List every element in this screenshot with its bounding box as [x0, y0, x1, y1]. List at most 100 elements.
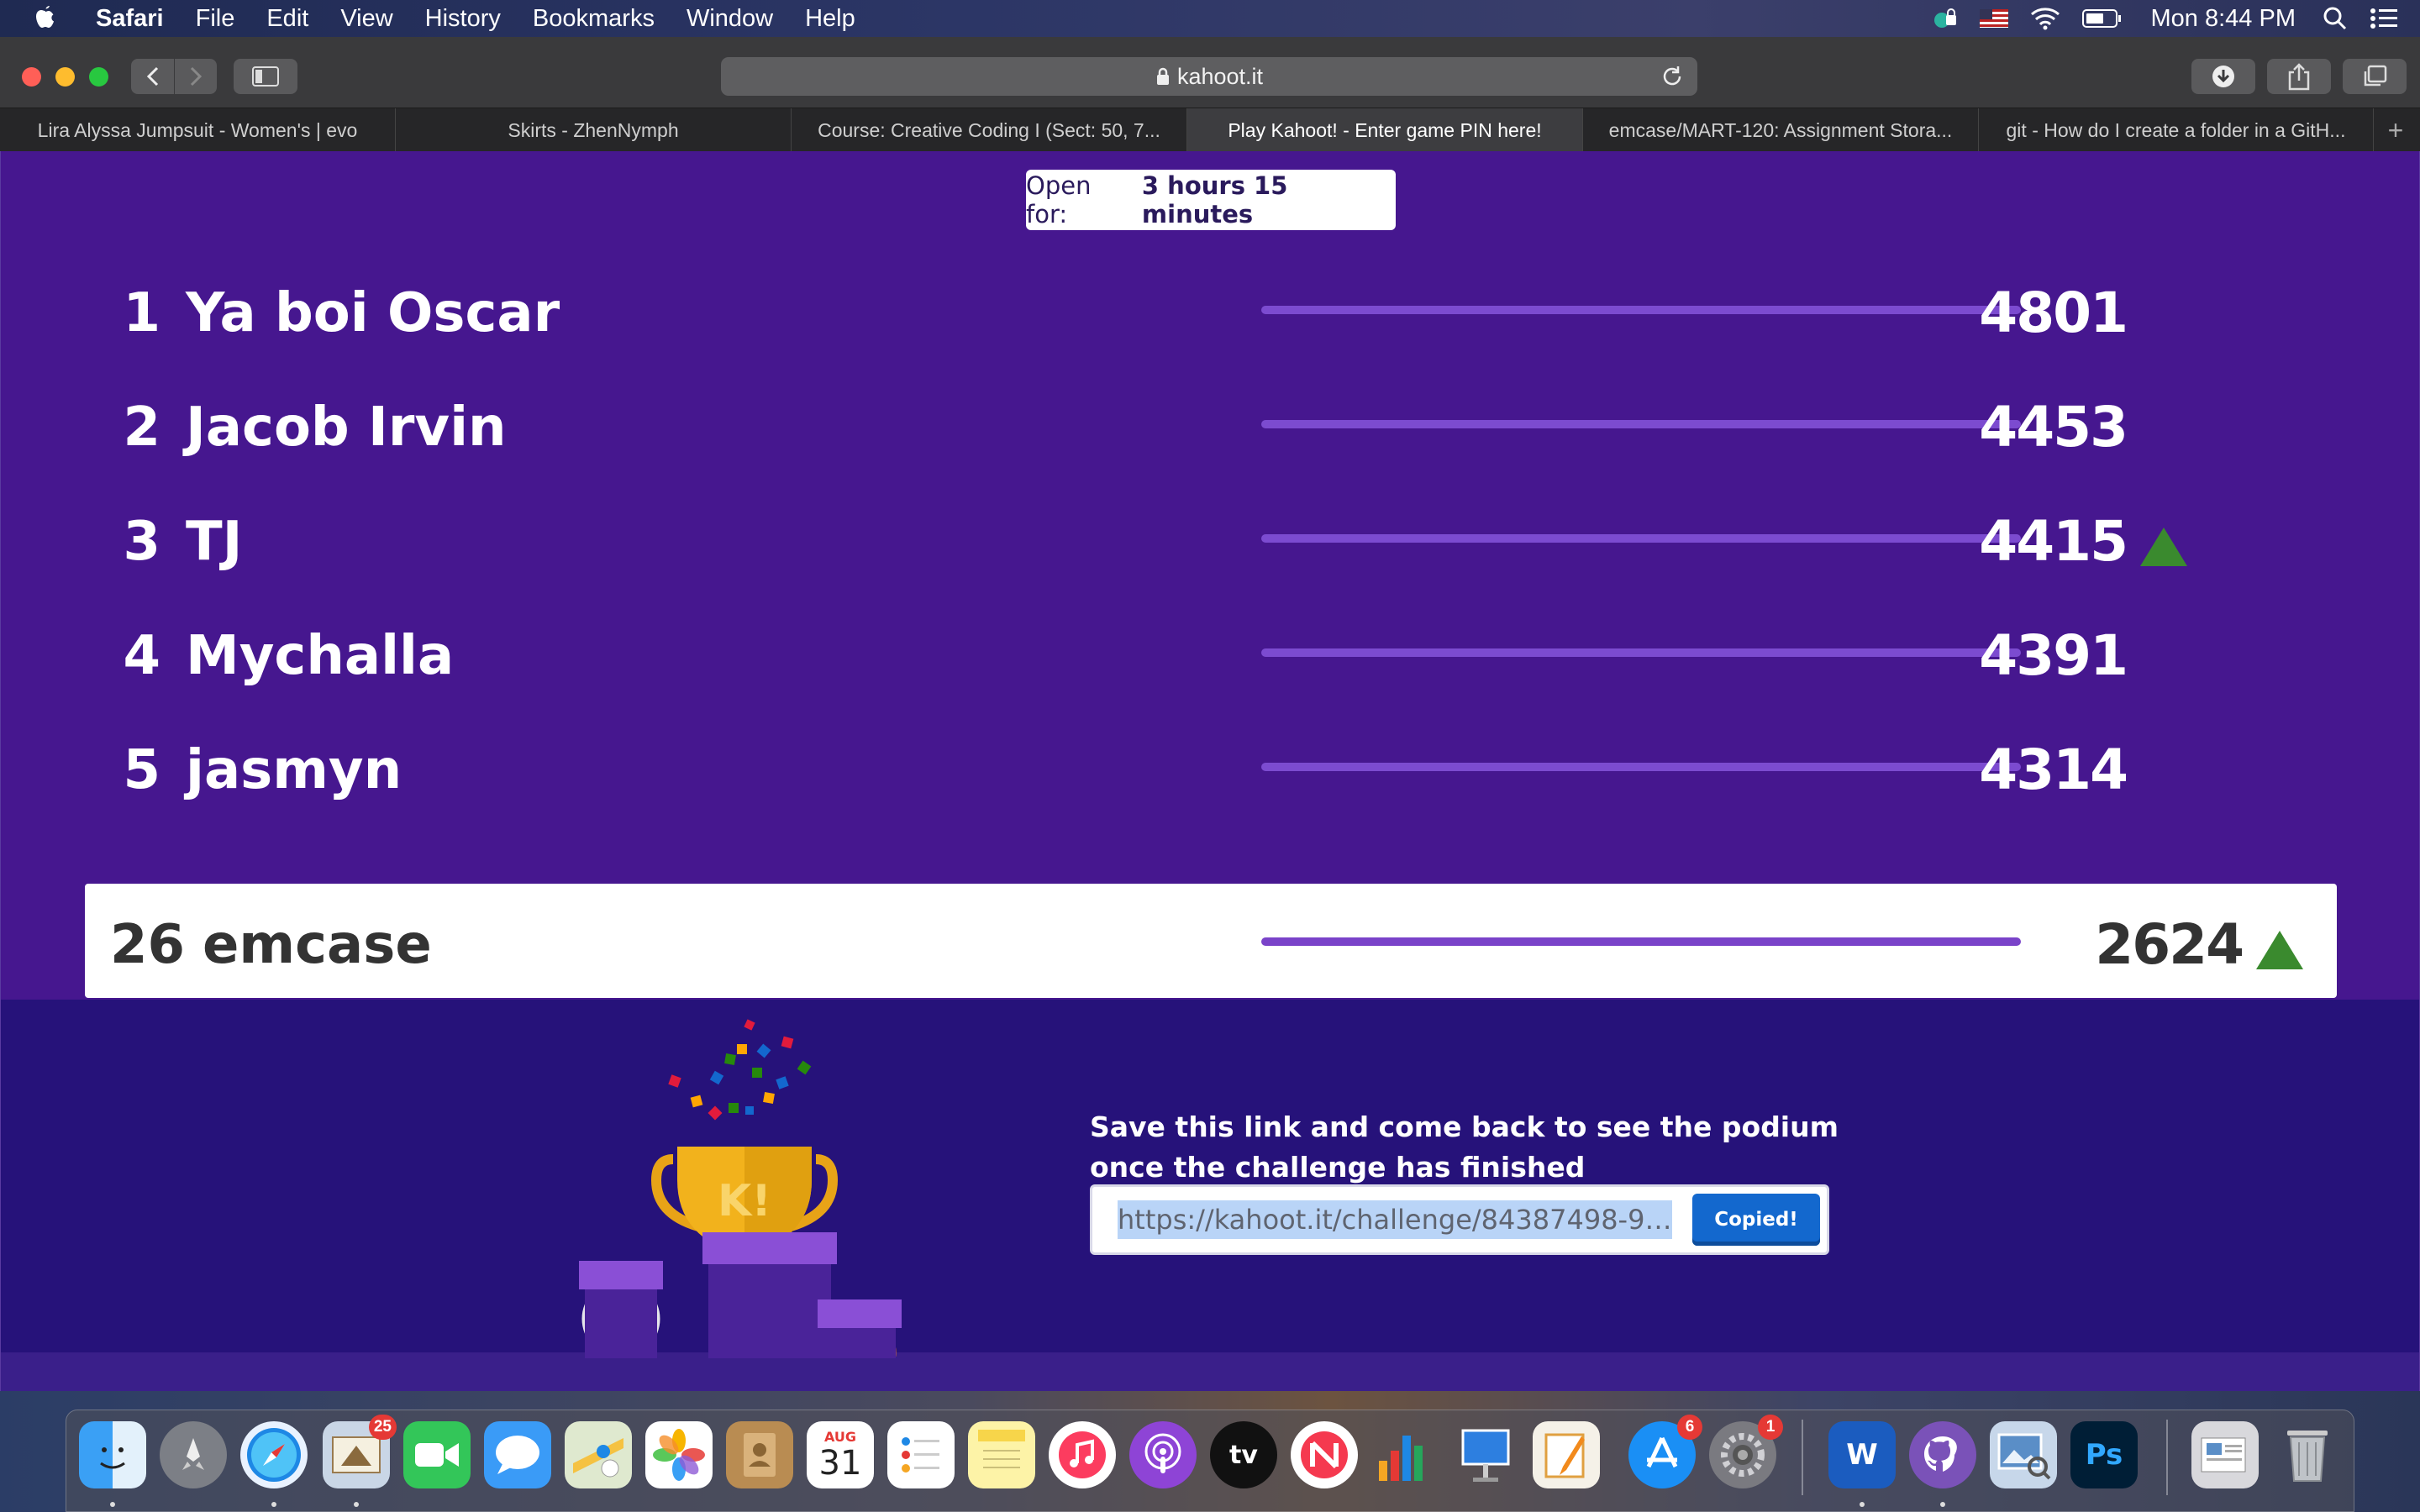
player-name: Mychalla [186, 625, 455, 687]
apple-menu-icon[interactable] [34, 4, 62, 33]
menu-edit[interactable]: Edit [266, 5, 308, 33]
messages-icon[interactable] [484, 1421, 551, 1488]
tab-kahoot[interactable]: Play Kahoot! - Enter game PIN here! [1187, 108, 1583, 152]
running-indicator [354, 1502, 359, 1507]
menu-help[interactable]: Help [805, 5, 855, 33]
music-icon[interactable] [1049, 1421, 1116, 1488]
current-player-row: 26 emcase 2624 [85, 884, 2337, 998]
reload-icon[interactable] [1660, 65, 1684, 88]
contacts-icon[interactable] [726, 1421, 793, 1488]
running-indicator [110, 1502, 115, 1507]
player-rank: 1 [123, 282, 160, 344]
player-score: 4415 [1979, 509, 2128, 574]
numbers-icon[interactable] [1371, 1421, 1439, 1488]
calendar-day: 31 [818, 1443, 862, 1483]
battery-icon[interactable] [2081, 8, 2123, 29]
downloads-button[interactable] [2191, 59, 2255, 94]
running-indicator [1860, 1502, 1865, 1507]
forward-button[interactable] [174, 59, 217, 94]
finder-icon[interactable] [79, 1421, 146, 1488]
photos-icon[interactable] [645, 1421, 713, 1488]
us-flag-icon[interactable] [1979, 9, 2008, 28]
tab-zhennymph[interactable]: Skirts - ZhenNymph [396, 108, 792, 152]
tab-github-mart120[interactable]: emcase/MART-120: Assignment Stora... [1583, 108, 1979, 152]
app-store-icon[interactable]: 6 [1628, 1415, 1702, 1488]
score-bar [1261, 306, 2021, 314]
photoshop-label: Ps [2085, 1438, 2123, 1472]
challenge-link-field[interactable]: https://kahoot.it/challenge/84387498-97.… [1118, 1200, 1672, 1239]
back-button[interactable] [131, 59, 174, 94]
mail-icon[interactable]: 25 [323, 1415, 397, 1488]
calendar-icon[interactable]: AUG 31 [807, 1421, 874, 1488]
preview-icon[interactable] [1990, 1421, 2057, 1488]
new-tab-button[interactable]: + [2374, 108, 2417, 152]
player-rank: 2 [123, 396, 160, 459]
zoom-window-button[interactable] [89, 67, 108, 87]
close-window-button[interactable] [22, 67, 41, 87]
menubar-clock[interactable]: Mon 8:44 PM [2151, 5, 2296, 33]
player-score: 4801 [1979, 281, 2128, 345]
footer-bottom-strip [1, 1352, 2419, 1391]
menu-window[interactable]: Window [687, 5, 773, 33]
player-name: Jacob Irvin [186, 396, 507, 459]
maps-icon[interactable] [565, 1421, 632, 1488]
leaderboard-row: 5 jasmyn 4314 [85, 709, 2337, 823]
safari-icon[interactable] [240, 1421, 308, 1488]
tab-git-folder[interactable]: git - How do I create a folder in a GitH… [1979, 108, 2374, 152]
player-name: TJ [186, 511, 243, 573]
pages-icon[interactable] [1533, 1421, 1600, 1488]
github-desktop-icon[interactable] [1909, 1421, 1976, 1488]
running-indicator [1940, 1502, 1945, 1507]
open-for-badge: Open for: 3 hours 15 minutes [1026, 170, 1396, 230]
kahoot-page: Open for: 3 hours 15 minutes 1 Ya boi Os… [0, 151, 2420, 1391]
tab-evo[interactable]: Lira Alyssa Jumpsuit - Women's | evo [0, 108, 396, 152]
leaderboard-row: 1 Ya boi Oscar 4801 [85, 252, 2337, 366]
score-bar [1261, 937, 2021, 946]
current-player-score: 2624 [2095, 912, 2244, 977]
spotlight-search-icon[interactable] [2323, 6, 2348, 31]
save-link-message: Save this link and come back to see the … [1090, 1107, 1846, 1188]
menu-app-name[interactable]: Safari [96, 5, 164, 33]
facetime-icon[interactable] [403, 1421, 471, 1488]
player-rank: 4 [123, 625, 160, 687]
browser-toolbar: kahoot.it [0, 37, 2420, 116]
downloads-stack-icon[interactable] [2191, 1421, 2259, 1488]
microsoft-word-icon[interactable]: W [1828, 1421, 1896, 1488]
photoshop-icon[interactable]: Ps [2070, 1421, 2138, 1488]
minimize-window-button[interactable] [55, 67, 75, 87]
sidebar-toggle-button[interactable] [234, 59, 297, 94]
menu-history[interactable]: History [425, 5, 501, 33]
tab-bar: Lira Alyssa Jumpsuit - Women's | evo Ski… [0, 108, 2420, 152]
address-bar[interactable]: kahoot.it [721, 57, 1697, 96]
launchpad-icon[interactable] [160, 1421, 227, 1488]
lock-status-icon[interactable] [1933, 7, 1958, 30]
wifi-icon[interactable] [2030, 7, 2060, 30]
podium-icon [579, 1232, 902, 1358]
player-name: jasmyn [186, 739, 402, 801]
notification-center-icon[interactable] [2370, 7, 2398, 30]
share-button[interactable] [2267, 59, 2331, 94]
score-bar [1261, 648, 2021, 657]
app-store-badge: 6 [1677, 1415, 1702, 1440]
menu-file[interactable]: File [196, 5, 235, 33]
rank-up-arrow-icon [2140, 528, 2187, 566]
player-rank: 5 [123, 739, 160, 801]
podcasts-icon[interactable] [1129, 1421, 1197, 1488]
system-preferences-icon[interactable]: 1 [1709, 1415, 1783, 1488]
menu-view[interactable]: View [340, 5, 392, 33]
tab-creative-coding[interactable]: Course: Creative Coding I (Sect: 50, 7..… [792, 108, 1187, 152]
show-tabs-button[interactable] [2343, 59, 2407, 94]
news-icon[interactable] [1291, 1421, 1358, 1488]
copy-link-button[interactable]: Copied! [1692, 1194, 1820, 1246]
apple-tv-icon[interactable]: tv [1210, 1421, 1277, 1488]
open-for-value: 3 hours 15 minutes [1141, 171, 1288, 228]
trash-icon[interactable] [2274, 1421, 2341, 1488]
address-text: kahoot.it [1176, 63, 1264, 89]
keynote-icon[interactable] [1452, 1421, 1519, 1488]
menu-bookmarks[interactable]: Bookmarks [533, 5, 655, 33]
notes-icon[interactable] [968, 1421, 1035, 1488]
reminders-icon[interactable] [887, 1421, 955, 1488]
save-link-line-1: Save this link and come back to see the … [1090, 1110, 1839, 1143]
score-bar [1261, 420, 2021, 428]
player-score: 4453 [1979, 395, 2128, 459]
